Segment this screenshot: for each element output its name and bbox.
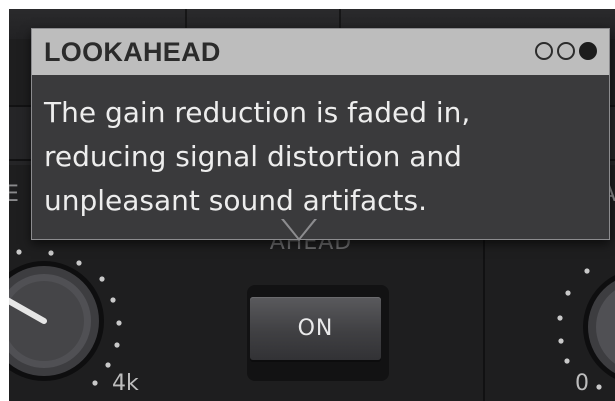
page-dot[interactable] [535,42,553,60]
left-knob[interactable] [9,261,104,381]
tooltip-header: LOOKAHEAD [32,29,609,75]
plugin-panel: E A 4k 0 AHEAD ON LOOKAHEAD The gain red… [9,9,615,401]
tooltip-title: LOOKAHEAD [44,37,221,67]
tooltip-page-dots [535,42,597,60]
right-knob-scale-label: 0 [575,371,589,396]
page-dot[interactable] [557,42,575,60]
tooltip-body: The gain reduction is faded in, reducing… [44,91,604,223]
tooltip-line: unpleasant sound artifacts. [44,184,427,217]
page-dot-active[interactable] [579,42,597,60]
tooltip-line: The gain reduction is faded in, [44,96,471,129]
help-tooltip: LOOKAHEAD The gain reduction is faded in… [31,28,610,240]
left-knob-scale-label: 4k [112,371,139,396]
lookahead-on-button[interactable]: ON [250,297,381,360]
right-knob[interactable] [583,269,615,385]
tooltip-line: reducing signal distortion and [44,140,462,173]
left-section-label: E [9,182,19,207]
tooltip-pointer-fill [283,218,315,238]
